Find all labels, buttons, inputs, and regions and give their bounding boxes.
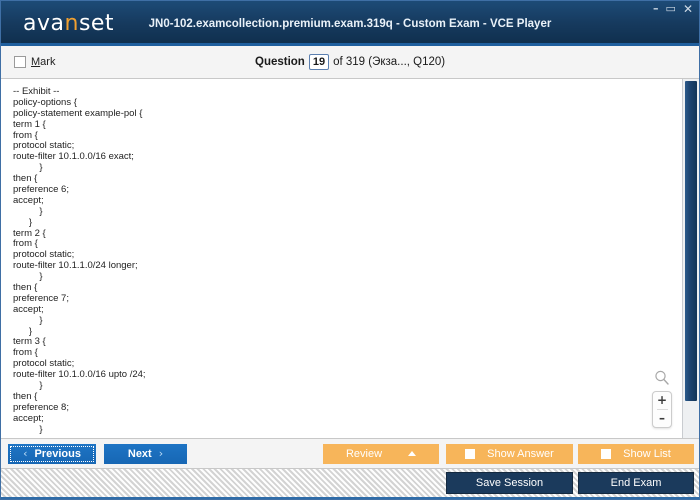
avanset-logo: avanset bbox=[23, 11, 114, 36]
exhibit-line: from { bbox=[13, 238, 38, 250]
status-bar: Save Session End Exam bbox=[1, 469, 699, 499]
exhibit-line: } bbox=[13, 325, 33, 337]
exhibit-line: -- Exhibit -- bbox=[13, 86, 60, 97]
show-list-checkbox-icon bbox=[601, 448, 612, 459]
exhibit-line: term 2 { bbox=[13, 227, 46, 239]
search-icon[interactable] bbox=[653, 369, 671, 387]
mark-label-rest: ark bbox=[40, 56, 56, 68]
logo-text-accent: n bbox=[64, 11, 79, 36]
exhibit-text: -- Exhibit -- policy-options {policy-stat… bbox=[1, 79, 682, 438]
save-session-button[interactable]: Save Session bbox=[446, 472, 573, 494]
exhibit-line: preference 7; bbox=[13, 292, 69, 304]
exhibit-line: } bbox=[13, 216, 33, 228]
exhibit-line: then { bbox=[13, 390, 38, 402]
minimize-icon[interactable]: – bbox=[653, 3, 659, 14]
zoom-divider bbox=[656, 409, 668, 410]
previous-button-label: Previous bbox=[34, 447, 81, 460]
next-button-label: Next bbox=[127, 447, 152, 460]
mark-label: Mark bbox=[31, 56, 55, 68]
exhibit-line: policy-statement example-pol { bbox=[13, 107, 143, 119]
scrollbar-thumb[interactable] bbox=[685, 81, 697, 401]
previous-button[interactable]: ‹ Previous bbox=[8, 443, 96, 464]
logo-text-part1: ava bbox=[23, 11, 65, 36]
chevron-left-icon: ‹ bbox=[23, 447, 28, 460]
window-controls: – ▭ ✕ bbox=[653, 3, 693, 15]
show-list-button-label: Show List bbox=[623, 447, 671, 460]
maximize-icon[interactable]: ▭ bbox=[666, 3, 676, 14]
show-answer-button[interactable]: Show Answer bbox=[446, 443, 573, 464]
next-button[interactable]: Next › bbox=[104, 443, 187, 464]
question-header-bar: Mark Question 19 of 319 (Экза..., Q120) bbox=[1, 46, 699, 79]
exhibit-line: accept; bbox=[13, 303, 44, 315]
exhibit-line: preference 8; bbox=[13, 401, 69, 413]
question-counter: Question 19 of 319 (Экза..., Q120) bbox=[255, 54, 445, 70]
vertical-scrollbar[interactable] bbox=[682, 79, 699, 438]
action-bar: ‹ Previous Next › Review Show Answer Sho… bbox=[1, 439, 699, 469]
exhibit-line: route-filter 10.1.0.0/16 upto /24; bbox=[13, 369, 146, 381]
exhibit-line: route-filter 10.1.0.0/16 exact; bbox=[13, 151, 134, 163]
exhibit-line: then { bbox=[13, 282, 38, 294]
zoom-out-button[interactable]: – bbox=[653, 412, 671, 425]
exhibit-line: accept; bbox=[13, 194, 44, 206]
close-icon[interactable]: ✕ bbox=[683, 3, 693, 15]
mark-label-accel: M bbox=[31, 56, 41, 68]
show-answer-checkbox-icon bbox=[465, 448, 476, 459]
exhibit-line: from { bbox=[13, 347, 38, 359]
zoom-control-panel: + – bbox=[652, 391, 672, 428]
exhibit-line: } bbox=[13, 380, 43, 392]
logo-text-part2: set bbox=[78, 11, 115, 36]
exhibit-line: } bbox=[13, 423, 43, 435]
zoom-in-button[interactable]: + bbox=[653, 394, 671, 407]
zoom-tools: + – bbox=[651, 369, 673, 428]
show-list-button[interactable]: Show List bbox=[578, 443, 694, 464]
title-bar: avanset JN0-102.examcollection.premium.e… bbox=[1, 1, 699, 46]
exhibit-line: } bbox=[13, 314, 43, 326]
question-label: Question bbox=[255, 56, 305, 68]
review-button-label: Review bbox=[345, 447, 383, 460]
exhibit-line: then { bbox=[13, 173, 38, 185]
exhibit-line: term 1 { bbox=[13, 118, 46, 130]
end-exam-button[interactable]: End Exam bbox=[578, 472, 694, 494]
triangle-up-icon bbox=[408, 451, 417, 456]
question-total-label: of 319 (Экза..., Q120) bbox=[333, 56, 446, 68]
question-number-input[interactable]: 19 bbox=[308, 54, 330, 70]
exhibit-line: } bbox=[13, 205, 43, 217]
show-answer-button-label: Show Answer bbox=[487, 447, 554, 460]
mark-checkbox[interactable] bbox=[14, 56, 26, 68]
question-content-area: -- Exhibit -- policy-options {policy-stat… bbox=[1, 79, 699, 439]
exhibit-line: from { bbox=[13, 129, 38, 141]
exhibit-line: accept; bbox=[13, 412, 44, 424]
chevron-right-icon: › bbox=[158, 447, 164, 460]
exhibit-line: preference 6; bbox=[13, 184, 69, 196]
exhibit-line: term 3 { bbox=[13, 336, 46, 348]
exhibit-line: } bbox=[13, 271, 43, 283]
review-button[interactable]: Review bbox=[323, 443, 439, 464]
vce-player-window: avanset JN0-102.examcollection.premium.e… bbox=[0, 0, 700, 500]
exhibit-line: } bbox=[13, 162, 43, 174]
mark-checkbox-group[interactable]: Mark bbox=[14, 56, 55, 68]
exhibit-line: route-filter 10.1.1.0/24 longer; bbox=[13, 260, 138, 272]
